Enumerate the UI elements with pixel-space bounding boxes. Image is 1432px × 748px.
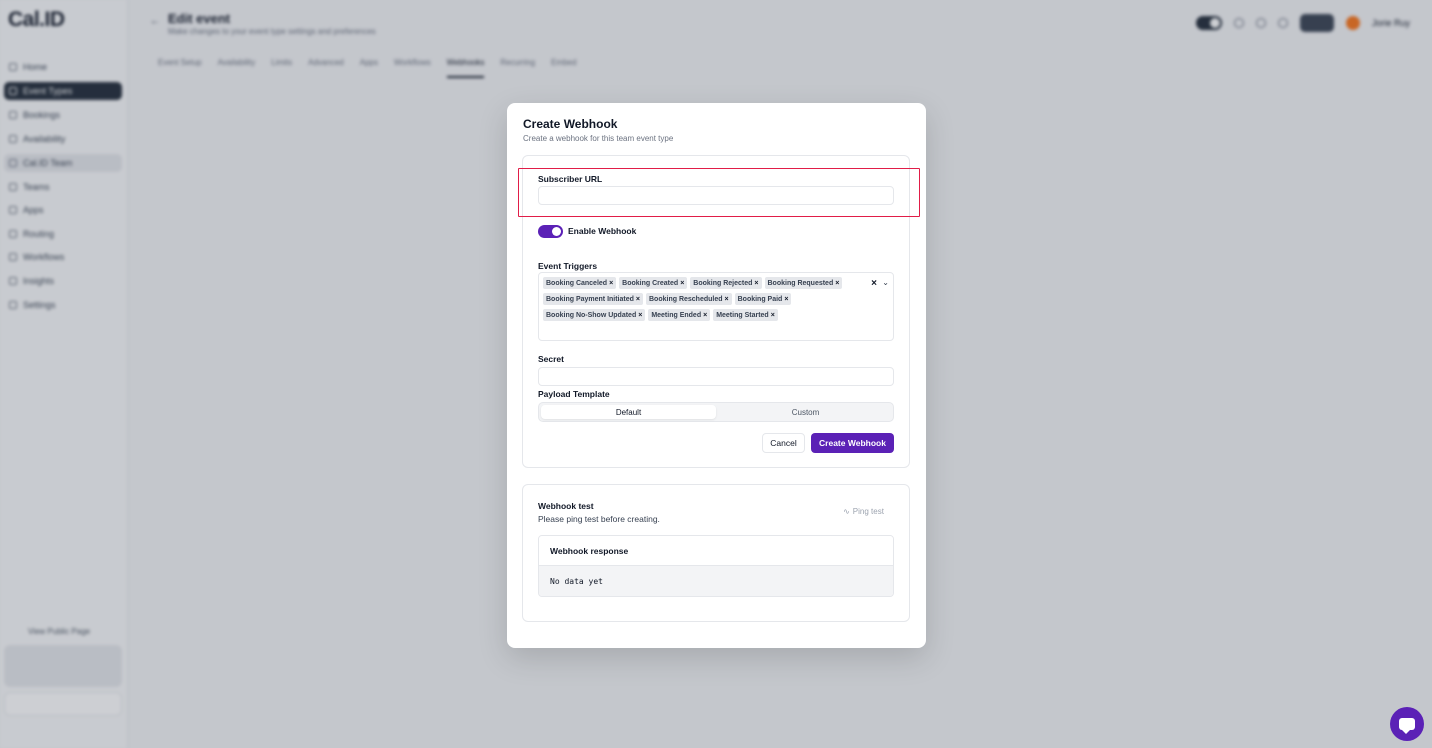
chat-icon xyxy=(1399,718,1415,734)
webhook-response-body: No data yet xyxy=(550,577,603,586)
trigger-chip: Meeting Ended × xyxy=(648,309,711,321)
activity-icon: ∿ xyxy=(843,506,850,516)
trigger-chip-label: Booking Rejected xyxy=(693,279,753,287)
remove-chip-icon[interactable]: × xyxy=(636,296,640,303)
trigger-chip-label: Meeting Ended xyxy=(651,311,702,319)
remove-chip-icon[interactable]: × xyxy=(609,280,613,287)
clear-icon[interactable]: × xyxy=(871,278,877,289)
trigger-chip: Meeting Started × xyxy=(713,309,778,321)
cancel-button[interactable]: Cancel xyxy=(762,433,805,453)
trigger-chip: Booking Requested × xyxy=(764,277,843,289)
remove-chip-icon[interactable]: × xyxy=(703,312,707,319)
enable-webhook-toggle[interactable] xyxy=(538,225,563,238)
secret-label: Secret xyxy=(538,354,564,364)
trigger-chip-label: Meeting Started xyxy=(716,311,769,319)
ping-test-button[interactable]: ∿ Ping test xyxy=(833,502,894,520)
trigger-chip-label: Booking Paid xyxy=(737,295,783,303)
webhook-response-box: Webhook response No data yet xyxy=(538,535,894,597)
trigger-chip: Booking Paid × xyxy=(734,293,792,305)
trigger-chip: Booking Rescheduled × xyxy=(646,293,732,305)
remove-chip-icon[interactable]: × xyxy=(638,312,642,319)
trigger-chip-label: Booking Rescheduled xyxy=(649,295,723,303)
ping-test-label: Ping test xyxy=(852,506,884,516)
remove-chip-icon[interactable]: × xyxy=(680,280,684,287)
trigger-chips: Booking Canceled × Booking Created × Booking… xyxy=(543,277,861,321)
remove-chip-icon[interactable]: × xyxy=(784,296,788,303)
remove-chip-icon[interactable]: × xyxy=(771,312,775,319)
chat-support-button[interactable] xyxy=(1390,707,1424,741)
trigger-chip: Booking No-Show Updated × xyxy=(543,309,646,321)
dialog-title: Create Webhook xyxy=(523,117,618,131)
trigger-chip-label: Booking Payment Initiated xyxy=(546,295,634,303)
remove-chip-icon[interactable]: × xyxy=(835,280,839,287)
remove-chip-icon[interactable]: × xyxy=(754,280,758,287)
trigger-chip: Booking Rejected × xyxy=(690,277,762,289)
trigger-chip-label: Booking Requested xyxy=(767,279,834,287)
event-triggers-select[interactable]: Booking Canceled × Booking Created × Booking… xyxy=(538,272,894,341)
trigger-chip-label: Booking No-Show Updated xyxy=(546,311,637,319)
create-webhook-dialog: Create Webhook Create a webhook for this… xyxy=(507,103,926,648)
webhook-response-title: Webhook response xyxy=(550,546,629,556)
dialog-subtitle: Create a webhook for this team event typ… xyxy=(523,134,674,143)
trigger-chip: Booking Payment Initiated × xyxy=(543,293,643,305)
create-webhook-button[interactable]: Create Webhook xyxy=(811,433,894,453)
event-triggers-label: Event Triggers xyxy=(538,261,598,271)
enable-webhook-label: Enable Webhook xyxy=(568,226,637,236)
webhook-test-subtitle: Please ping test before creating. xyxy=(538,514,660,524)
payload-template-toggle: Default Custom xyxy=(538,402,894,422)
payload-template-label: Payload Template xyxy=(538,389,610,399)
secret-input[interactable] xyxy=(538,367,894,386)
trigger-chip-label: Booking Created xyxy=(622,279,679,287)
payload-option-default[interactable]: Default xyxy=(541,405,716,419)
trigger-chip: Booking Canceled × xyxy=(543,277,617,289)
webhook-test-title: Webhook test xyxy=(538,501,594,511)
remove-chip-icon[interactable]: × xyxy=(725,296,729,303)
focus-highlight xyxy=(518,168,920,217)
trigger-chip-label: Booking Canceled xyxy=(546,279,608,287)
trigger-chip: Booking Created × xyxy=(619,277,688,289)
chevron-down-icon[interactable]: ⌄ xyxy=(882,278,889,287)
payload-option-custom[interactable]: Custom xyxy=(718,405,893,419)
